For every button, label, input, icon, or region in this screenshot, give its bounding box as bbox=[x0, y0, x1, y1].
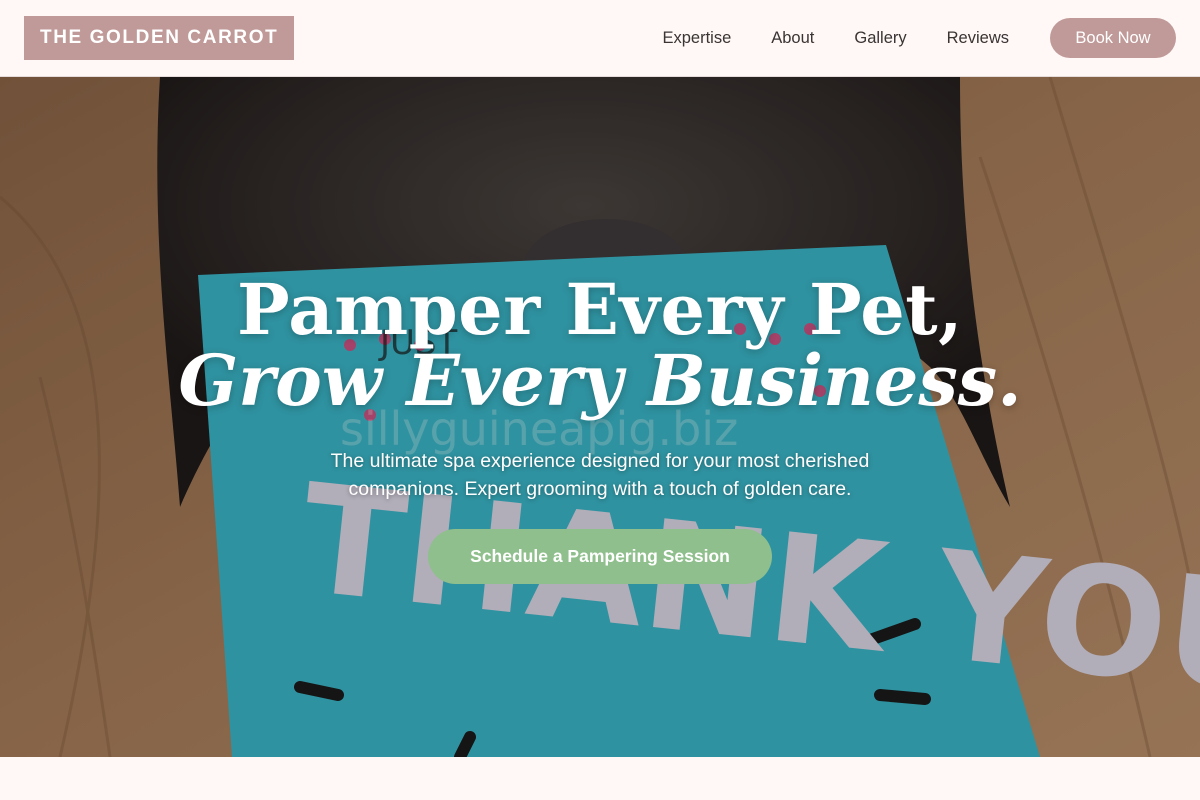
nav-link-about[interactable]: About bbox=[771, 29, 814, 48]
main-nav: Expertise About Gallery Reviews Book Now bbox=[662, 18, 1176, 58]
nav-link-reviews[interactable]: Reviews bbox=[947, 29, 1009, 48]
hero-section: JUST THANK YOU! sillyguineapig.biz Pampe… bbox=[0, 77, 1200, 757]
schedule-session-button[interactable]: Schedule a Pampering Session bbox=[428, 529, 772, 584]
book-now-button[interactable]: Book Now bbox=[1050, 18, 1176, 58]
hero-headline: Pamper Every Pet, Grow Every Business. bbox=[178, 275, 1021, 417]
logo[interactable]: THE GOLDEN CARROT bbox=[24, 16, 295, 60]
site-header: THE GOLDEN CARROT Expertise About Galler… bbox=[0, 0, 1200, 77]
hero-subtext: The ultimate spa experience designed for… bbox=[330, 450, 870, 500]
nav-link-gallery[interactable]: Gallery bbox=[854, 29, 906, 48]
nav-link-expertise[interactable]: Expertise bbox=[662, 29, 731, 48]
next-section-edge bbox=[0, 757, 1200, 800]
headline-line-2: Grow Every Business. bbox=[178, 339, 1022, 422]
hero-content: Pamper Every Pet, Grow Every Business. T… bbox=[0, 77, 1200, 757]
headline-line-1: Pamper Every Pet, bbox=[237, 268, 963, 351]
